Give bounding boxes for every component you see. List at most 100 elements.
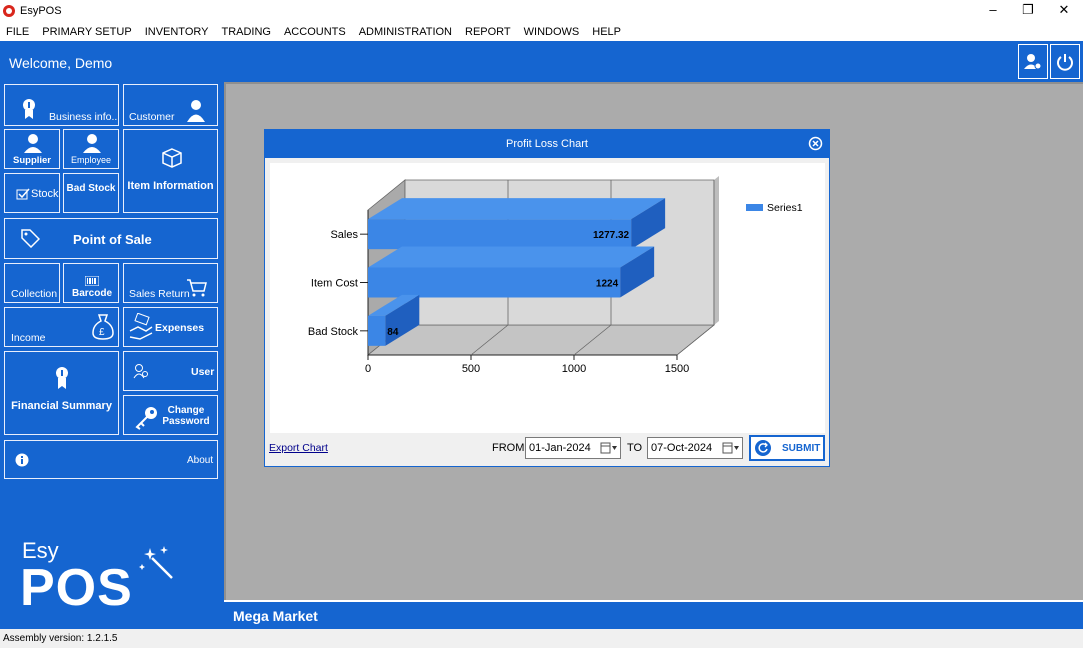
bar-top-face (368, 246, 655, 268)
to-label: TO (627, 442, 643, 454)
about-label: About (187, 455, 214, 466)
summary-badge-icon (56, 367, 68, 389)
welcome-text: Welcome, Demo (9, 55, 113, 71)
stock-label: Stock (31, 188, 59, 200)
user-settings-icon (1024, 53, 1042, 69)
data-label: 1224 (596, 279, 619, 290)
user-tile[interactable]: User (123, 351, 218, 391)
stock-check-icon (16, 188, 30, 200)
info-badge-icon (23, 99, 35, 119)
magic-wand-icon (139, 546, 173, 579)
financial-summary-label: Financial Summary (11, 400, 112, 412)
data-label: 1277.32 (593, 230, 630, 241)
from-date-picker[interactable]: 01-Jan-2024 (525, 437, 621, 459)
menu-bar: FILE PRIMARY SETUP INVENTORY TRADING ACC… (0, 22, 1083, 41)
cart-icon (187, 279, 207, 297)
barcode-tile[interactable]: Barcode (63, 263, 119, 303)
calendar-dropdown-icon[interactable] (600, 442, 618, 454)
user-label: User (191, 366, 215, 378)
app-icon (3, 5, 15, 17)
x-tick-label: 1500 (665, 363, 689, 375)
menu-primary-setup[interactable]: PRIMARY SETUP (36, 26, 138, 38)
from-date-value: 01-Jan-2024 (529, 442, 591, 454)
menu-accounts[interactable]: ACCOUNTS (278, 26, 353, 38)
calendar-dropdown-icon[interactable] (722, 442, 740, 454)
close-icon[interactable] (808, 136, 823, 151)
user-gear-icon (133, 364, 148, 379)
maximize-button[interactable]: ❐ (1010, 0, 1046, 22)
logout-button[interactable] (1050, 44, 1080, 79)
category-label: Bad Stock (308, 326, 359, 338)
customer-label: Customer (129, 111, 175, 123)
legend-series-name: Series1 (767, 202, 803, 214)
business-info-label: Business info... (49, 111, 119, 123)
menu-file[interactable]: FILE (0, 26, 36, 38)
employee-icon (83, 134, 101, 153)
menu-report[interactable]: REPORT (459, 26, 518, 38)
export-chart-link[interactable]: Export Chart (269, 442, 328, 454)
menu-trading[interactable]: TRADING (215, 26, 278, 38)
supplier-tile[interactable]: Supplier (4, 129, 60, 169)
employee-label: Employee (71, 155, 112, 165)
collection-label: Collection (11, 288, 58, 300)
expenses-tile[interactable]: Expenses (123, 307, 218, 347)
item-information-label: Item Information (127, 180, 214, 192)
menu-inventory[interactable]: INVENTORY (139, 26, 216, 38)
user-profile-button[interactable] (1018, 44, 1048, 79)
dialog-header: Profit Loss Chart (265, 130, 829, 158)
minimize-button[interactable]: – (975, 0, 1011, 22)
stock-tile[interactable]: Stock (4, 173, 60, 213)
item-information-tile[interactable]: Item Information (123, 129, 218, 213)
menu-windows[interactable]: WINDOWS (518, 26, 587, 38)
point-of-sale-label: Point of Sale (73, 232, 152, 247)
svg-text:£: £ (99, 327, 105, 338)
financial-summary-tile[interactable]: Financial Summary (4, 351, 119, 435)
bar (368, 267, 621, 298)
x-tick-label: 500 (462, 363, 480, 375)
supplier-label: Supplier (13, 155, 52, 166)
x-tick-label: 1000 (562, 363, 586, 375)
chart-area: 1277.32 1224 84 Sales Item Cost Bad Stock 0 5… (270, 163, 825, 433)
bad-stock-tile[interactable]: Bad Stock (63, 173, 119, 213)
info-icon (15, 453, 29, 467)
submit-button[interactable]: SUBMIT (749, 435, 825, 461)
from-label: FROM (492, 442, 525, 454)
data-label: 84 (387, 327, 399, 338)
dialog-title: Profit Loss Chart (506, 138, 588, 150)
bar (368, 219, 632, 250)
barcode-label: Barcode (72, 288, 113, 299)
title-bar: EsyPOS – ❐ ✕ (0, 0, 1083, 22)
income-tile[interactable]: Income £ (4, 307, 119, 347)
submit-label: SUBMIT (782, 443, 821, 454)
legend-swatch (746, 204, 763, 211)
market-name: Mega Market (233, 608, 318, 624)
income-label: Income (11, 332, 46, 344)
about-tile[interactable]: About (4, 440, 218, 479)
point-of-sale-tile[interactable]: Point of Sale (4, 218, 218, 259)
menu-administration[interactable]: ADMINISTRATION (353, 26, 459, 38)
to-date-picker[interactable]: 07-Oct-2024 (647, 437, 743, 459)
employee-tile[interactable]: Employee (63, 129, 119, 169)
business-info-tile[interactable]: Business info... (4, 84, 119, 126)
customer-tile[interactable]: Customer (123, 84, 218, 126)
box-icon (162, 148, 182, 168)
category-label: Item Cost (311, 278, 358, 290)
to-date-value: 07-Oct-2024 (651, 442, 713, 454)
sales-return-tile[interactable]: Sales Return (123, 263, 218, 303)
collection-tile[interactable]: Collection (4, 263, 60, 303)
supplier-icon (24, 134, 42, 153)
expenses-label: Expenses (155, 322, 205, 334)
status-bar: Assembly version: 1.2.1.5 (0, 629, 1083, 648)
barcode-icon (85, 276, 99, 286)
footer-bar: Mega Market (224, 600, 1083, 629)
sales-return-label: Sales Return (129, 288, 190, 300)
bar-top-face (368, 198, 666, 220)
bad-stock-label: Bad Stock (66, 183, 116, 194)
close-window-button[interactable]: ✕ (1046, 0, 1082, 22)
power-icon (1057, 53, 1073, 71)
app-header: Welcome, Demo (0, 41, 1083, 82)
change-password-tile[interactable]: Change Password (123, 395, 218, 435)
menu-help[interactable]: HELP (586, 26, 628, 38)
change-password-label: Change Password (162, 405, 210, 427)
assembly-version: Assembly version: 1.2.1.5 (3, 633, 118, 644)
